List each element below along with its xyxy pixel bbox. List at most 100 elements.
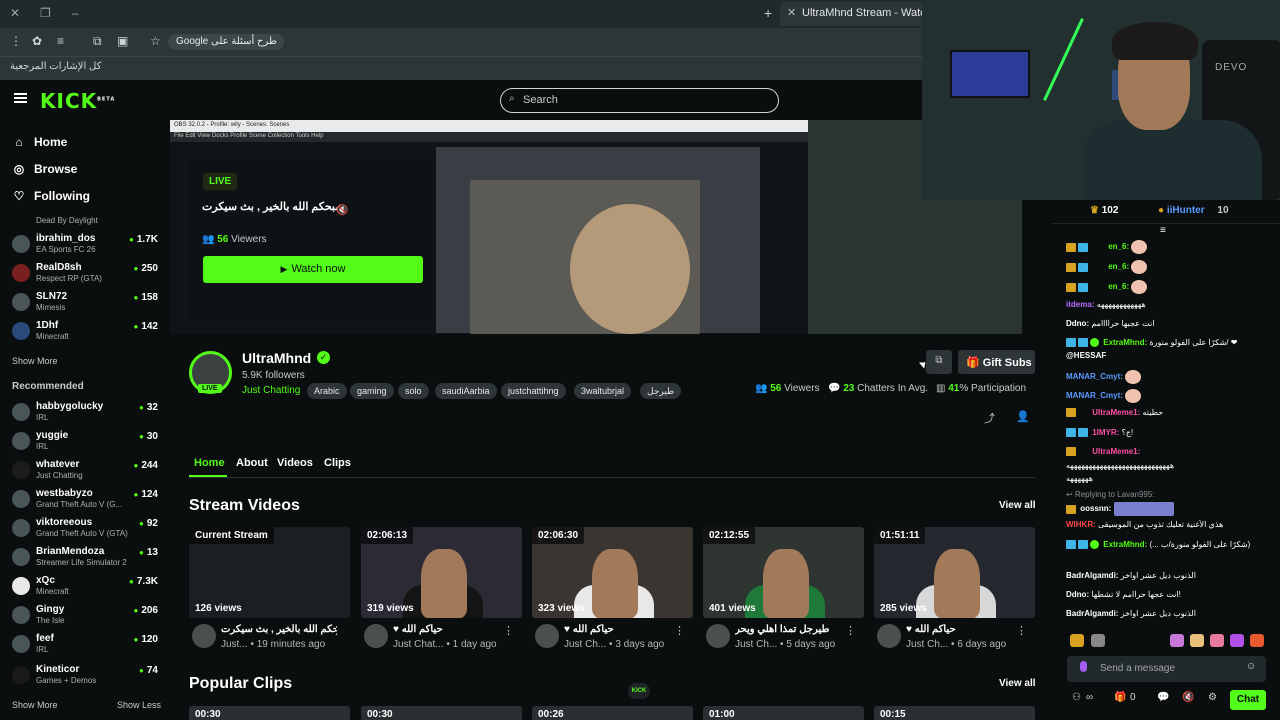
- channel-name[interactable]: UltraMhnd: [242, 350, 311, 366]
- search-input[interactable]: ⌕ Search: [500, 88, 779, 113]
- users-icon[interactable]: ⚇: [1072, 692, 1081, 703]
- clip-thumbnail[interactable]: 00:30: [189, 706, 350, 720]
- more-options-icon[interactable]: ⋮: [331, 624, 342, 637]
- add-user-icon[interactable]: 👤: [1016, 410, 1030, 423]
- close-window-icon[interactable]: ✕: [10, 6, 20, 20]
- puzzle-icon[interactable]: ⧉: [93, 34, 102, 49]
- stream-image: [1112, 22, 1198, 60]
- gift-subs-button[interactable]: 🎁 Gift Subs: [958, 350, 1035, 374]
- send-chat-button[interactable]: Chat: [1230, 690, 1266, 710]
- share-icon[interactable]: ⤴: [984, 410, 995, 426]
- tag[interactable]: justchattihng: [501, 383, 566, 399]
- sidebar-channel[interactable]: westbabyzoGrand Theft Auto V (G...124: [12, 488, 162, 516]
- microphone-icon[interactable]: [1080, 661, 1087, 672]
- tab-clips[interactable]: Clips: [324, 457, 351, 469]
- video-meta[interactable]: ♥ حياكم الله Just Chat... • 1 day ago ⋮: [361, 624, 522, 654]
- sidebar-channel[interactable]: KineticorGames + Demos74: [12, 664, 162, 692]
- video-thumbnail[interactable]: 02:06:13 319 views: [361, 527, 522, 618]
- mute-icon[interactable]: 🔇: [336, 205, 348, 216]
- sidebar-channel[interactable]: GingyThe Isle206: [12, 604, 162, 632]
- follower-count: 5.9K followers: [242, 370, 305, 381]
- infinity-icon[interactable]: ∞: [1086, 692, 1093, 703]
- tab-about[interactable]: About: [236, 457, 268, 469]
- settings-icon[interactable]: ⚙: [1208, 692, 1217, 703]
- video-meta[interactable]: ♥ حياكم الله Just Ch... • 6 days ago ⋮: [874, 624, 1035, 654]
- video-meta[interactable]: ♥ حياكم الله Just Ch... • 3 days ago ⋮: [532, 624, 693, 654]
- show-less-recommended[interactable]: Show Less: [117, 700, 161, 710]
- sidebar-channel[interactable]: yuggieIRL30: [12, 430, 162, 458]
- tab-home[interactable]: Home: [194, 457, 225, 469]
- clip-thumbnail[interactable]: 00:15: [874, 706, 1035, 720]
- sidebar-channel[interactable]: feefIRL120: [12, 633, 162, 661]
- emote[interactable]: [1250, 634, 1264, 647]
- picture-in-picture-icon[interactable]: ⧉: [926, 350, 952, 374]
- chat-bubble-icon[interactable]: 💬: [1157, 692, 1169, 703]
- restore-window-icon[interactable]: ❐: [40, 6, 51, 20]
- view-all-clips[interactable]: View all: [999, 678, 1036, 689]
- video-thumbnail[interactable]: 02:12:55 401 views: [703, 527, 864, 618]
- tag[interactable]: 3waltubrjal: [574, 383, 632, 399]
- all-bookmarks[interactable]: كل الإشارات المرجعية: [10, 61, 101, 72]
- tag[interactable]: gaming: [350, 383, 394, 399]
- chat-input[interactable]: Send a message: [1067, 656, 1266, 682]
- video-thumbnail[interactable]: 02:06:30 323 views: [532, 527, 693, 618]
- collapse-icon[interactable]: ≡: [1160, 225, 1166, 236]
- new-tab-icon[interactable]: +: [764, 5, 772, 21]
- sidebar-channel[interactable]: SLN72Mimesis158: [12, 291, 162, 319]
- star-icon[interactable]: ☆: [150, 34, 161, 48]
- notification-icon[interactable]: ▣: [117, 34, 128, 48]
- video-thumbnail[interactable]: Current Stream 126 views: [189, 527, 350, 618]
- sidebar-channel[interactable]: 1DhfMinecraft142: [12, 320, 162, 348]
- tag[interactable]: طيرجل: [640, 383, 682, 399]
- emote[interactable]: [1230, 634, 1244, 647]
- emote[interactable]: [1210, 634, 1224, 647]
- clip-thumbnail[interactable]: 01:00: [703, 706, 864, 720]
- video-thumbnail[interactable]: 01:51:11 285 views: [874, 527, 1035, 618]
- tag[interactable]: Arabic: [307, 383, 347, 399]
- show-more-recommended[interactable]: Show More: [12, 700, 58, 710]
- emoji-icon[interactable]: ☺: [1246, 661, 1256, 672]
- watch-now-button[interactable]: ▶ Watch now: [203, 256, 423, 283]
- gift-icon[interactable]: 🎁: [1114, 692, 1126, 703]
- sidebar-channel[interactable]: xQcMinecraft7.3K: [12, 575, 162, 603]
- emote[interactable]: [1170, 634, 1184, 647]
- emote[interactable]: [1091, 634, 1105, 647]
- more-options-icon[interactable]: ⋮: [674, 624, 685, 637]
- emote[interactable]: [1070, 634, 1084, 647]
- sidebar-channel[interactable]: ibrahim_dosEA Sports FC 261.7K: [12, 233, 162, 261]
- video-meta[interactable]: صبحكم الله بالخير , بث سيكرتJust... • 19…: [189, 624, 350, 654]
- tag[interactable]: saudiAarbia: [435, 383, 497, 399]
- chat-message: MANAR_Cmyt:: [1066, 389, 1266, 403]
- show-more-following[interactable]: Show More: [12, 356, 58, 366]
- view-all-videos[interactable]: View all: [999, 500, 1036, 511]
- tag[interactable]: solo: [398, 383, 429, 399]
- close-tab-icon[interactable]: ✕: [787, 6, 796, 19]
- clip-thumbnail[interactable]: 00:30: [361, 706, 522, 720]
- sidebar-channel[interactable]: BrianMendozaStreamer Life Simulator 213: [12, 546, 162, 574]
- more-options-icon[interactable]: ⋮: [503, 624, 514, 637]
- omnibox[interactable]: Google طرح أسئلة على: [168, 34, 284, 50]
- nav-following[interactable]: ♡ Following: [12, 189, 90, 203]
- reading-list-icon[interactable]: ≡: [57, 34, 64, 48]
- sidebar-channel[interactable]: viktoreeousGrand Theft Auto V (GTA)92: [12, 517, 162, 545]
- video-meta[interactable]: طيرجل تمذا اهلي ويحر Just Ch... • 5 days …: [703, 624, 864, 654]
- menu-dots-icon[interactable]: ⋮: [10, 34, 22, 48]
- category-link[interactable]: Just Chatting: [242, 385, 300, 396]
- clip-thumbnail[interactable]: 00:26: [532, 706, 693, 720]
- kick-logo[interactable]: KICKBETA: [40, 89, 115, 113]
- more-options-icon[interactable]: ⋮: [845, 624, 856, 637]
- more-options-icon[interactable]: ⋮: [1016, 624, 1027, 637]
- mute-icon[interactable]: 🔇: [1182, 692, 1194, 703]
- sidebar-channel[interactable]: whateverJust Chatting244: [12, 459, 162, 487]
- sidebar-channel[interactable]: RealD8shRespect RP (GTA)250: [12, 262, 162, 290]
- tab-videos[interactable]: Videos: [277, 457, 313, 469]
- browser-tab[interactable]: ✕ UltraMhnd Stream - Watch Live: [780, 2, 925, 26]
- sidebar-channel[interactable]: habbygoluckyIRL32: [12, 401, 162, 429]
- avatar: [12, 403, 30, 421]
- nav-home[interactable]: ⌂ Home: [12, 135, 67, 149]
- nav-browse[interactable]: ◎ Browse: [12, 162, 78, 176]
- emote[interactable]: [1190, 634, 1204, 647]
- hamburger-menu-icon[interactable]: [14, 93, 27, 103]
- minimize-window-icon[interactable]: –: [72, 6, 79, 20]
- extension-icon[interactable]: ✿: [32, 34, 42, 48]
